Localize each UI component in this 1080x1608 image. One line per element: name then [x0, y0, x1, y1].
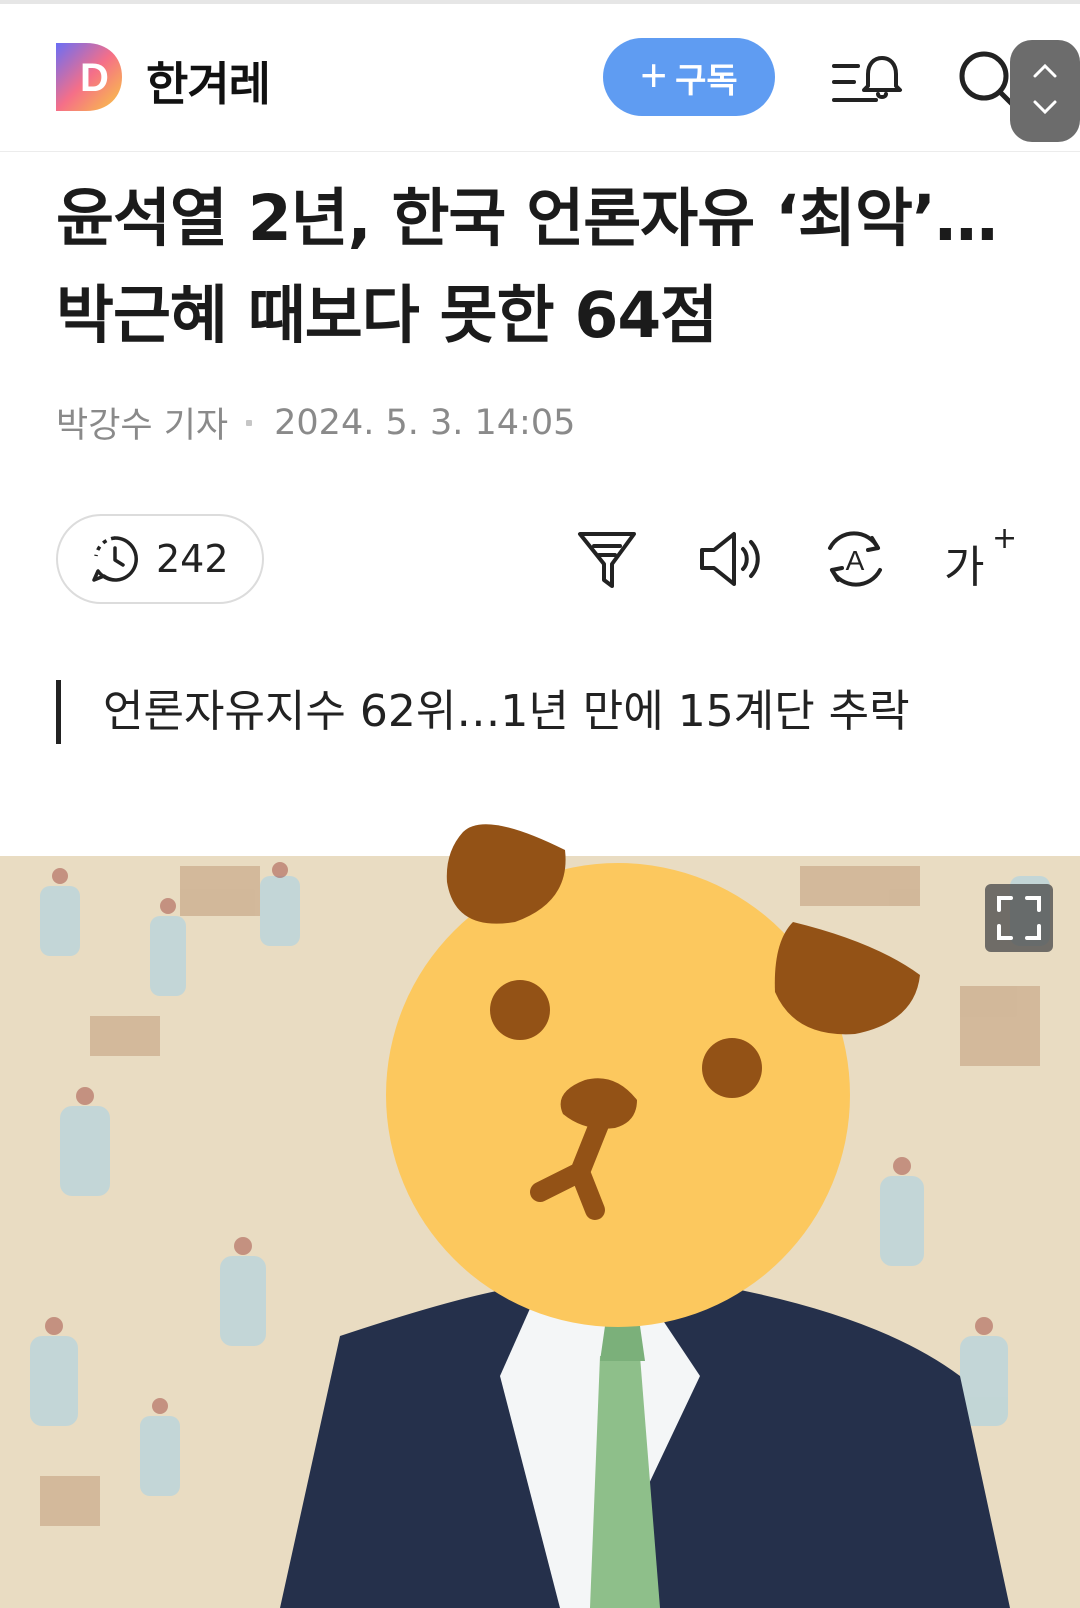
- comments-button[interactable]: 242: [56, 514, 264, 604]
- article-subhead: 언론자유지수 62위…1년 만에 15계단 추락: [56, 680, 1036, 744]
- speaker-icon[interactable]: [696, 524, 766, 594]
- menu-bell-icon[interactable]: [830, 48, 910, 114]
- expand-image-button[interactable]: [985, 884, 1053, 952]
- plus-icon: +: [640, 49, 668, 101]
- filter-icon[interactable]: [572, 524, 642, 594]
- svg-text:D: D: [80, 56, 109, 100]
- svg-text:+: +: [992, 524, 1017, 556]
- comment-clock-icon: [92, 536, 138, 582]
- separator-dot: [246, 419, 253, 426]
- author[interactable]: 박강수 기자: [56, 397, 228, 448]
- fullscreen-icon: [997, 896, 1041, 940]
- svg-text:A: A: [846, 545, 865, 576]
- publish-datetime: 2024. 5. 3. 14:05: [274, 402, 576, 443]
- daum-logo[interactable]: D: [56, 43, 122, 111]
- face-cover-sticker: [386, 824, 920, 1327]
- subscribe-label: 구독: [675, 61, 738, 100]
- title-line-2: 박근혜 때보다 못한 64점: [56, 279, 718, 352]
- scroll-controls[interactable]: [1010, 40, 1080, 142]
- translate-icon[interactable]: A: [820, 524, 890, 594]
- article-title: 윤석열 2년, 한국 언론자유 ‘최악’… 박근혜 때보다 못한 64점: [56, 170, 1046, 364]
- chevron-down-icon[interactable]: [1031, 98, 1059, 116]
- title-line-1: 윤석열 2년, 한국 언론자유 ‘최악’…: [56, 182, 998, 255]
- font-size-icon[interactable]: 가 +: [944, 524, 1018, 594]
- svg-text:가: 가: [944, 542, 984, 593]
- site-header: D 한겨레 + 구독: [0, 4, 1080, 152]
- subscribe-button[interactable]: + 구독: [603, 38, 775, 116]
- byline: 박강수 기자 2024. 5. 3. 14:05: [56, 397, 575, 448]
- comment-count: 242: [156, 537, 229, 581]
- chevron-up-icon[interactable]: [1031, 62, 1059, 80]
- brand-name[interactable]: 한겨레: [146, 48, 271, 114]
